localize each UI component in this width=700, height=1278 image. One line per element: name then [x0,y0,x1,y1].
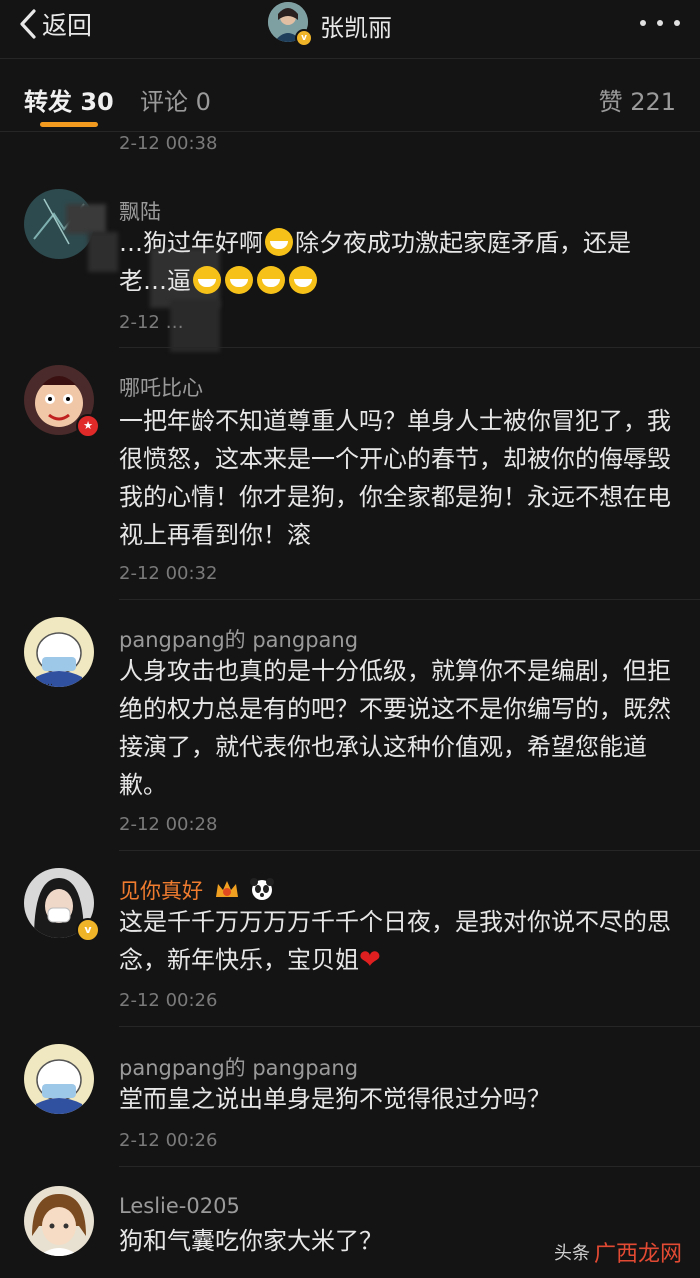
more-dot-icon [640,20,646,26]
back-button[interactable]: 返回 [18,4,92,44]
grin-emoji-icon [289,266,317,294]
comment-text: 这是千千万万万万千千个日夜，是我对你说不尽的思念，新年快乐，宝贝姐❤ [119,908,671,975]
crown-icon [215,881,238,897]
username[interactable]: 哪吒比心 [119,372,203,402]
divider [119,1026,700,1027]
svg-text:…: … [44,678,53,687]
panda-icon [250,878,275,900]
tab-bar: 转发 30 评论 0 赞 221 [0,70,700,132]
header-divider [0,58,700,59]
comment-text: …狗过年好啊 除夕夜成功激起家庭矛盾，还是 老…逼 [119,228,631,295]
username[interactable]: Leslie-0205 [119,1194,240,1218]
heart-icon: ❤ [359,945,381,975]
comment-text: 人身攻击也真的是十分低级，就算你不是编剧，但拒绝的权力总是有的吧？不要说这不是你… [119,657,671,799]
timestamp: 2-12 … [119,312,184,333]
avatar-image-icon [24,1186,94,1256]
comment-text: 堂而皇之说出单身是狗不觉得很过分吗？ [119,1085,551,1113]
tab-comment[interactable]: 评论 0 [140,82,211,117]
username[interactable]: pangpang的 pangpang [119,1052,358,1082]
watermark: 头条 广西龙网 [553,1242,682,1267]
avatar[interactable]: … [24,617,94,687]
timestamp: 2-12 00:26 [119,990,218,1011]
divider [119,599,700,600]
username[interactable]: pangpang的 pangpang [119,624,358,654]
timestamp: 2-12 00:38 [119,133,218,154]
comment-text: 一把年龄不知道尊重人吗？单身人士被你冒犯了，我很愤怒，这本来是一个开心的春节，却… [119,407,671,549]
more-dot-icon [657,20,663,26]
username[interactable]: 见你真好 [119,875,275,905]
top-nav-bar: 返回 v 张凯丽 [0,0,700,47]
avatar[interactable] [24,1186,94,1256]
divider [119,347,700,348]
grin-emoji-icon [265,228,293,256]
timestamp: 2-12 00:32 [119,563,218,584]
verified-badge-icon: v [295,29,313,47]
mosaic-block [88,232,118,272]
back-label: 返回 [42,11,93,40]
tab-like[interactable]: 赞 221 [599,82,676,117]
avatar-image-icon [24,1044,94,1114]
active-tab-indicator [40,122,98,127]
mosaic-block [66,204,106,234]
tabs-divider [0,131,700,132]
vip-badge-icon: ★ [76,414,100,438]
chevron-left-icon [20,9,36,39]
timestamp: 2-12 00:26 [119,1130,218,1151]
tab-repost[interactable]: 转发 30 [24,82,114,117]
more-dot-icon [674,20,680,26]
username[interactable]: 飘陆 [119,196,161,226]
divider [119,1166,700,1167]
timestamp: 2-12 00:28 [119,814,218,835]
page-title: 张凯丽 [320,14,392,42]
divider [119,850,700,851]
grin-emoji-icon [225,266,253,294]
more-options-button[interactable] [640,10,680,36]
avatar[interactable] [24,1044,94,1114]
avatar-image-icon: … [24,617,94,687]
grin-emoji-icon [257,266,285,294]
grin-emoji-icon [193,266,221,294]
verified-badge-icon: v [76,918,100,942]
